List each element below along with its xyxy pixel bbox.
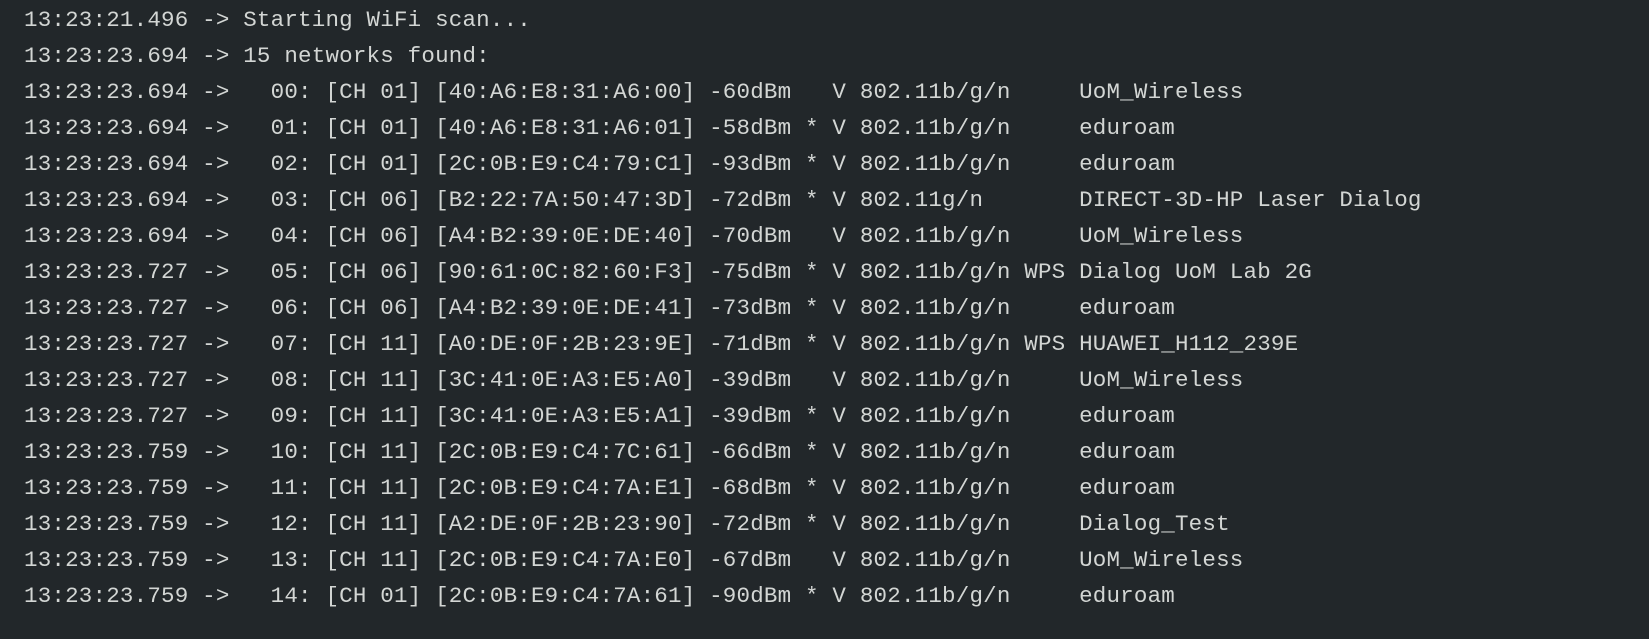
log-line-network-06: 13:23:23.727 -> 06: [CH 06] [A4:B2:39:0E… — [24, 295, 1175, 321]
log-line-network-00: 13:23:23.694 -> 00: [CH 01] [40:A6:E8:31… — [24, 79, 1244, 105]
log-line-network-10: 13:23:23.759 -> 10: [CH 11] [2C:0B:E9:C4… — [24, 439, 1175, 465]
log-line-network-09: 13:23:23.727 -> 09: [CH 11] [3C:41:0E:A3… — [24, 403, 1175, 429]
log-line-network-14: 13:23:23.759 -> 14: [CH 01] [2C:0B:E9:C4… — [24, 583, 1175, 609]
log-line-network-04: 13:23:23.694 -> 04: [CH 06] [A4:B2:39:0E… — [24, 223, 1244, 249]
log-line-network-03: 13:23:23.694 -> 03: [CH 06] [B2:22:7A:50… — [24, 187, 1422, 213]
log-line-networks-found: 13:23:23.694 -> 15 networks found: — [24, 43, 490, 69]
log-line-network-02: 13:23:23.694 -> 02: [CH 01] [2C:0B:E9:C4… — [24, 151, 1175, 177]
log-line-network-08: 13:23:23.727 -> 08: [CH 11] [3C:41:0E:A3… — [24, 367, 1244, 393]
serial-monitor-output: 13:23:21.496 -> Starting WiFi scan... 13… — [0, 0, 1649, 639]
log-line-network-11: 13:23:23.759 -> 11: [CH 11] [2C:0B:E9:C4… — [24, 475, 1175, 501]
log-line-network-05: 13:23:23.727 -> 05: [CH 06] [90:61:0C:82… — [24, 259, 1313, 285]
log-line-network-07: 13:23:23.727 -> 07: [CH 11] [A0:DE:0F:2B… — [24, 331, 1299, 357]
log-line-network-13: 13:23:23.759 -> 13: [CH 11] [2C:0B:E9:C4… — [24, 547, 1244, 573]
log-line-scan-start: 13:23:21.496 -> Starting WiFi scan... — [24, 7, 531, 33]
log-line-network-01: 13:23:23.694 -> 01: [CH 01] [40:A6:E8:31… — [24, 115, 1175, 141]
log-line-network-12: 13:23:23.759 -> 12: [CH 11] [A2:DE:0F:2B… — [24, 511, 1230, 537]
